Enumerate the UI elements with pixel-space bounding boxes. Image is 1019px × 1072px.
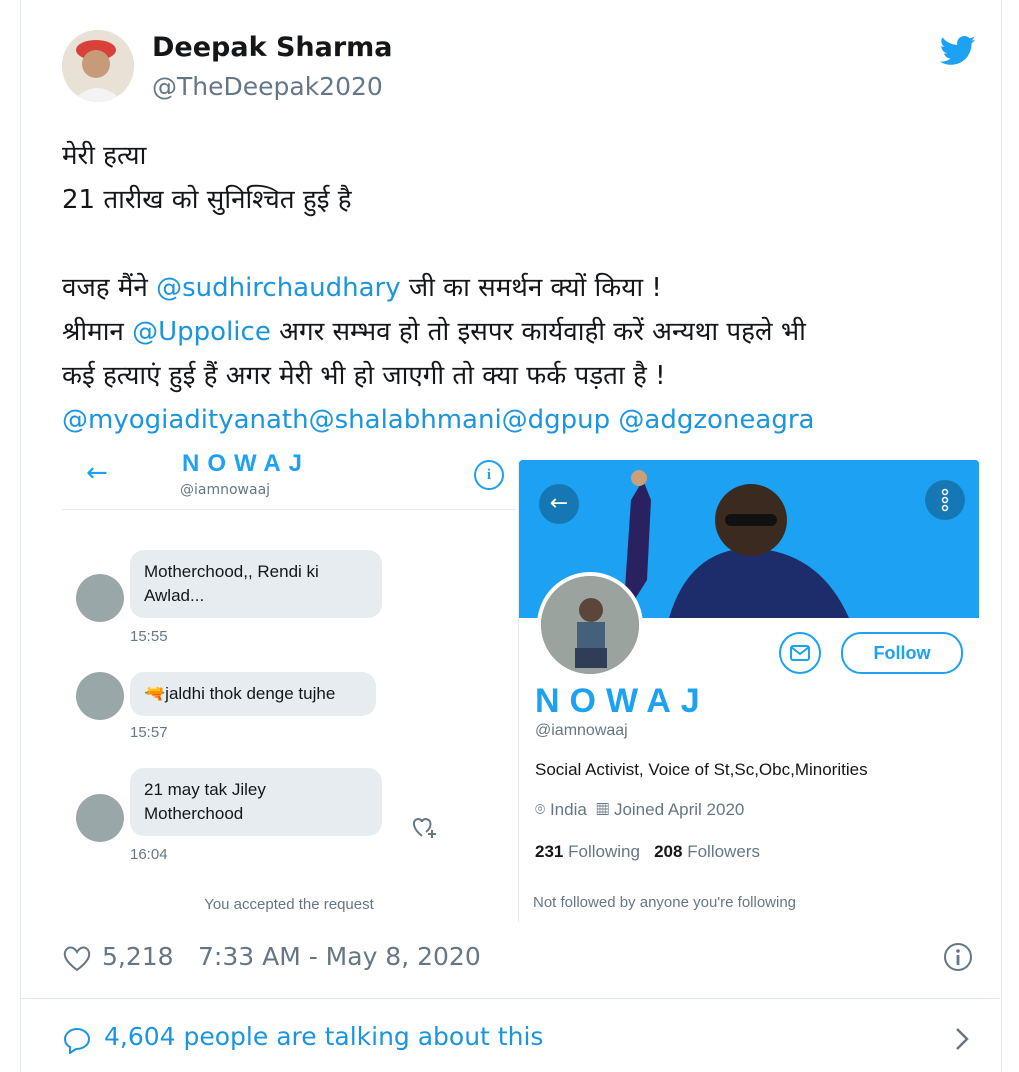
message-bubble: 🔫jaldhi thok denge tujhe [130,672,376,716]
message-time: 16:04 [130,846,168,863]
followers-label: Followers [687,842,760,861]
divider [20,998,1000,999]
request-accepted-note: You accepted the request [204,896,374,913]
profile-meta: ⌾ India ▦ Joined April 2020 [535,800,744,820]
more-icon [925,480,965,520]
tweet-line: श्रीमान @Uppolice अगर सम्भव हो तो इसपर क… [62,310,962,354]
following-count: 231 [535,842,564,861]
profile-name: NOWAJ [535,682,710,720]
avatar [76,574,124,622]
add-reaction-icon [412,817,436,838]
author-avatar[interactable] [62,30,134,102]
message-time: 15:57 [130,724,168,741]
divider [62,509,516,510]
tweet-line: वजह मैंने @sudhirchaudhary जी का समर्थन … [62,266,962,310]
message-time: 15:55 [130,628,168,645]
mail-icon [779,632,821,674]
tweet-line: 21 तारीख को सुनिश्चित हुई है [62,185,352,215]
profile-joined: Joined April 2020 [613,800,745,819]
dm-screenshot: ← NOWAJ @iamnowaaj i Motherchood,, Rendi… [62,450,516,922]
chevron-right-icon[interactable] [952,1024,972,1054]
profile-bio: Social Activist, Voice of St,Sc,Obc,Mino… [535,760,868,779]
author-handle[interactable]: @TheDeepak2020 [152,72,383,101]
back-arrow-icon: ← [86,458,108,488]
calendar-icon: ▦ [596,800,610,819]
profile-avatar [537,572,643,678]
heart-icon[interactable] [62,944,92,972]
dm-title: NOWAJ [182,450,311,477]
tweet-timestamp[interactable]: 7:33 AM - May 8, 2020 [198,942,481,971]
profile-stats: 231 Following 208 Followers [535,842,760,862]
profile-location: India [549,800,587,819]
author-name[interactable]: Deepak Sharma [152,32,393,63]
mention-link[interactable]: @Uppolice [132,317,271,347]
back-arrow-icon: ← [539,484,579,524]
profile-screenshot: ← Follow NOWAJ @iamnowaaj Social Activis… [518,460,979,922]
reply-bubble-icon[interactable] [62,1026,92,1054]
tweet-text: मेरी हत्या 21 तारीख को सुनिश्चित हुई है … [62,134,962,442]
tweet-line: मेरी हत्या [62,141,147,171]
tweet-text-span: श्रीमान [62,317,133,347]
tweet-text-span: अगर सम्भव हो तो इसपर कार्यवाही करें अन्य… [270,317,806,347]
profile-handle: @iamnowaaj [535,722,628,739]
mention-links[interactable]: @myogiadityanath@shalabhmani@dgpup @adgz… [62,398,962,442]
followers-count: 208 [654,842,683,861]
avatar [76,794,124,842]
following-label: Following [568,842,640,861]
avatar [76,672,124,720]
follow-button: Follow [841,632,963,674]
twitter-bird-icon[interactable] [940,36,976,66]
mention-link[interactable]: @sudhirchaudhary [156,273,401,303]
like-count[interactable]: 5,218 [102,942,174,971]
tweet-text-span: वजह मैंने [62,273,157,303]
tweet-line: कई हत्याएं हुई हैं अगर मेरी भी हो जाएगी … [62,361,666,391]
info-icon[interactable] [943,942,973,972]
tweet-media[interactable]: ← NOWAJ @iamnowaaj i Motherchood,, Rendi… [62,450,979,922]
message-bubble: 21 may tak Jiley Motherchood [130,768,382,836]
not-followed-note: Not followed by anyone you're following [533,894,797,911]
info-icon: i [474,460,504,490]
conversation-link[interactable]: 4,604 people are talking about this [104,1022,543,1051]
dm-subtitle: @iamnowaaj [180,482,271,498]
message-bubble: Motherchood,, Rendi ki Awlad... [130,550,382,618]
tweet-text-span: जी का समर्थन क्यों किया ! [400,273,662,303]
location-icon: ⌾ [535,800,546,819]
